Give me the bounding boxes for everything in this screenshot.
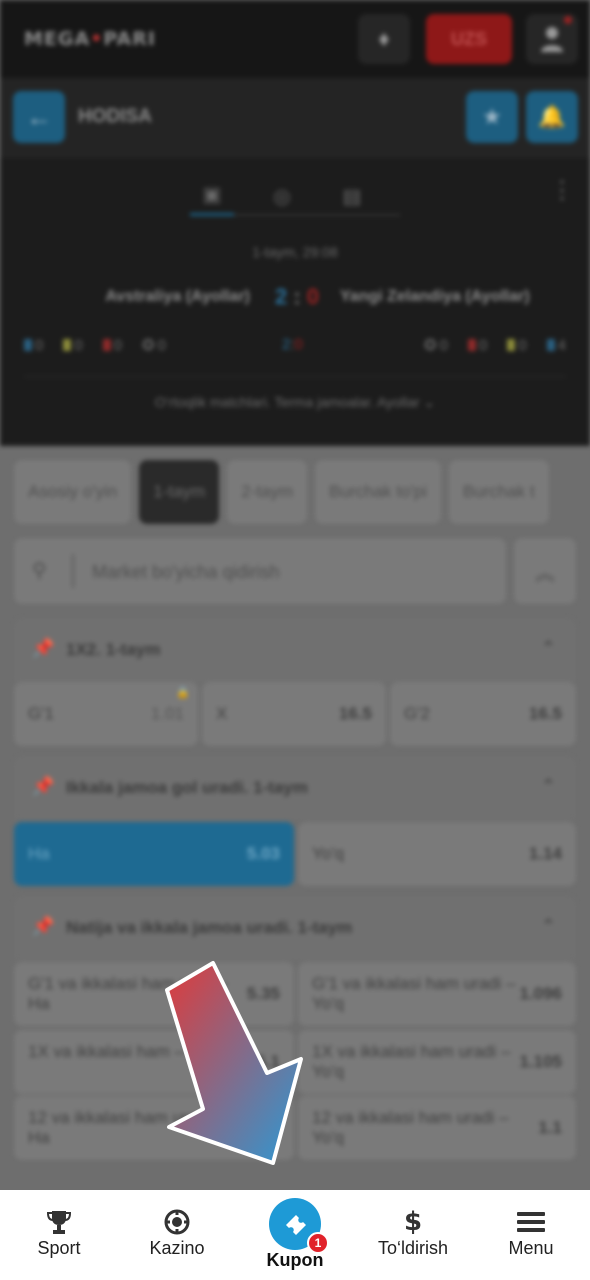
diamond-button[interactable]: ♦ <box>358 14 410 64</box>
odd-button-selected[interactable]: Ha 5.03 <box>14 822 294 886</box>
ball-icon: ✪ <box>142 337 155 354</box>
tab-field[interactable]: ◎ <box>260 176 304 216</box>
coupon-button[interactable]: 1 <box>269 1198 329 1254</box>
divider <box>24 376 566 377</box>
diamond-icon: ♦ <box>378 26 390 51</box>
divider <box>72 554 74 588</box>
odd-button[interactable]: 1X va ikkalasi ham uradi – Yo'q 1.105 <box>298 1030 576 1094</box>
field-icon: ◎ <box>273 185 291 208</box>
nav-coupon[interactable]: 1 Kupon <box>240 1190 350 1280</box>
collapse-all-button[interactable]: ︽ <box>514 538 576 604</box>
chevron-up-icon: ⌃ <box>540 776 556 796</box>
team-home: Avstraliya (Ayollar) <box>105 288 250 305</box>
double-chevron-up-icon: ︽ <box>535 562 555 585</box>
hamburger-menu-icon <box>517 1212 545 1232</box>
match-score: 2 : 0 <box>274 284 320 309</box>
more-vertical-icon[interactable]: ⋮ <box>550 176 574 205</box>
user-button[interactable] <box>526 14 578 64</box>
top-bar: MEGA•PARI ♦ UZS <box>0 0 590 78</box>
chart-icon: ▤ <box>342 185 362 208</box>
chevron-up-icon: ⌃ <box>540 916 556 936</box>
home-stats: 0 0 0 ✪ 0 <box>24 336 166 354</box>
nav-sport[interactable]: Sport <box>4 1190 114 1280</box>
chip-corners[interactable]: Burchak to'pi <box>315 460 441 524</box>
yellow-card-icon <box>63 339 72 351</box>
user-icon <box>541 27 563 52</box>
pin-icon[interactable]: 📌 <box>32 916 54 937</box>
chip-corners-more[interactable]: Burchak t <box>448 460 549 524</box>
market-header[interactable]: 📌 Ikkala jamoa gol uradi. 1-taym ⌃ <box>14 756 576 820</box>
team-away: Yangi Zelandiya (Ayollar) <box>340 288 530 305</box>
scoreboard: ▣ ◎ ▤ ⋮ 1-taym, 29:08 Avstraliya (Ayolla… <box>0 158 590 446</box>
odd-button[interactable]: 12 va ikkalasi ham uradi – Yo'q 1.1 <box>298 1096 576 1160</box>
market-header[interactable]: 📌 1X2. 1-taym ⌃ <box>14 618 576 682</box>
odd-button[interactable]: 1X va ikkalasi ham – Ha 5.1 <box>14 1030 294 1094</box>
nav-casino[interactable]: Kazino <box>122 1190 232 1280</box>
search-input[interactable]: Market bo'yicha qidirish <box>92 562 280 583</box>
notifications-button[interactable]: 🔔 <box>526 91 578 143</box>
star-icon: ★ <box>482 104 502 129</box>
chip-main-game[interactable]: Asosiy o'yin <box>14 460 132 524</box>
match-time: 1-taym, 29:08 <box>252 244 338 260</box>
scoreboard-icon: ▣ <box>202 184 222 206</box>
favorite-button[interactable]: ★ <box>466 91 518 143</box>
red-card-icon <box>467 339 476 351</box>
tab-scoreboard[interactable]: ▣ <box>190 176 234 216</box>
odd-button[interactable]: X 16.5 <box>202 682 386 746</box>
logo[interactable]: MEGA•PARI <box>24 28 156 50</box>
notification-dot <box>564 16 572 24</box>
bottom-navigation: Sport Kazino 1 Kupon $ To‘ldirish Menu <box>0 1190 590 1280</box>
half-score: 2:0 <box>282 336 303 353</box>
dollar-icon: $ <box>403 1207 423 1237</box>
pin-icon[interactable]: 📌 <box>32 776 54 797</box>
tab-statistics[interactable]: ▤ <box>330 176 374 216</box>
away-stats: ✪ 0 0 0 4 <box>424 336 566 355</box>
page-title: HODISA <box>78 106 152 127</box>
blurred-background: MEGA•PARI ♦ UZS ← HODISA ★ 🔔 ▣ ◎ ▤ ⋮ 1-t… <box>0 0 590 1190</box>
back-button[interactable]: ← <box>13 91 65 143</box>
market-title: 1X2. 1-taym <box>66 640 161 659</box>
market-header[interactable]: 📌 Natija va ikkala jamoa uradi. 1-taym ⌃ <box>14 896 576 960</box>
red-card-icon <box>102 339 111 351</box>
ticket-icon <box>286 1215 306 1235</box>
search-icon: ⚲ <box>32 560 47 582</box>
chip-second-half[interactable]: 2-taym <box>227 460 308 524</box>
chevron-up-icon: ⌃ <box>540 638 556 658</box>
ball-icon: ✪ <box>424 337 437 354</box>
bell-icon: 🔔 <box>538 104 566 129</box>
odd-button[interactable]: 12 va ikkalasi ham uradi – Ha 5.1 <box>14 1096 294 1160</box>
odd-button[interactable]: G'1 va ikkalasi ham uradi – Yo'q 1.096 <box>298 962 576 1026</box>
odd-button[interactable]: Yo'q 1.14 <box>298 822 576 886</box>
nav-deposit[interactable]: $ To‘ldirish <box>358 1190 468 1280</box>
pin-icon[interactable]: 📌 <box>32 638 54 659</box>
market-search[interactable]: ⚲ Market bo'yicha qidirish <box>14 538 506 604</box>
market-title: Ikkala jamoa gol uradi. 1-taym <box>66 778 308 797</box>
coupon-count-badge: 1 <box>307 1232 329 1254</box>
chip-first-half[interactable]: 1-taym <box>139 460 220 524</box>
odd-button[interactable]: 🔒 G'1 1.01 <box>14 682 198 746</box>
casino-chip-icon <box>164 1209 190 1235</box>
odd-button[interactable]: G'2 16.5 <box>390 682 576 746</box>
corner-icon <box>546 339 555 351</box>
event-bar: ← HODISA ★ 🔔 <box>0 78 590 158</box>
lock-icon: 🔒 <box>176 687 190 699</box>
period-chips: Asosiy o'yin 1-taym 2-taym Burchak to'pi… <box>14 460 549 524</box>
yellow-card-icon <box>507 339 516 351</box>
arrow-left-icon: ← <box>26 101 52 132</box>
odd-button[interactable]: G'1 va ikkalasi ham uradi - Ha 5.35 <box>14 962 294 1026</box>
scoreboard-tabs: ▣ ◎ ▤ <box>190 176 400 216</box>
currency-label: UZS <box>451 28 487 49</box>
nav-menu[interactable]: Menu <box>476 1190 586 1280</box>
corner-icon <box>24 339 32 351</box>
currency-button[interactable]: UZS <box>426 14 512 64</box>
market-title: Natija va ikkala jamoa uradi. 1-taym <box>66 918 353 937</box>
trophy-icon <box>46 1211 72 1234</box>
league-name[interactable]: O‘rtoqlik matchlari. Terma jamoalar. Ayo… <box>0 394 590 411</box>
